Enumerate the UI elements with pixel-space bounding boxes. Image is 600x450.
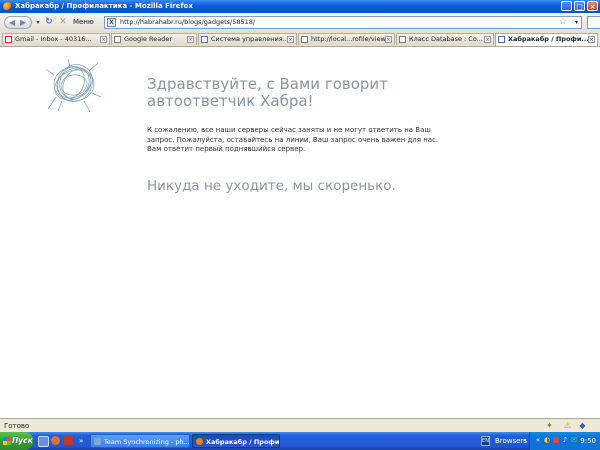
taskbar-button-label: Хабракабр / Профиль... [206,438,280,446]
status-bar: Готово ✦ ⚠ ◆ [0,418,600,433]
volume-icon[interactable]: ♪ [561,436,569,445]
url-input[interactable] [120,17,550,28]
address-bar[interactable]: Х ☆ ▾ [104,16,582,29]
status-text: Готово [4,422,30,430]
firefox-quicklaunch-icon[interactable] [51,436,60,445]
language-indicator[interactable]: EN [481,436,490,446]
reload-icon[interactable]: ↻ [43,16,55,29]
tab-control-system[interactable]: Система управления... × [198,33,297,45]
start-label: Пуск [12,436,33,445]
page-content: Здравствуйте, с Вами говорит автоответчи… [0,47,600,418]
maximize-button[interactable]: □ [574,1,585,11]
navigation-toolbar: ◀ ▶ ▾ ↻ ✕ Меню Х ☆ ▾ [0,13,600,33]
habr-icon [498,36,505,43]
tab-class-database[interactable]: Класс Database : Co... × [396,33,494,45]
window-title: Хабракабр / Профилактика - Mozilla Firef… [15,2,193,10]
greeting-heading: Здравствуйте, с Вами говорит автоответчи… [147,75,388,110]
tab-label: http://local...rofile/view [311,35,386,43]
close-tab-icon[interactable]: × [385,36,392,43]
back-arrow-icon[interactable]: ◀ [9,17,15,28]
habr-logo-icon [45,58,102,113]
firefox-icon [3,2,12,11]
tab-gmail[interactable]: Gmail - Inbox - 40316... × [2,33,110,45]
taskbar-button-firefox[interactable]: Хабракабр / Профиль... [192,434,280,448]
farewell-heading: Никуда не уходите, мы скоренько. [147,178,396,194]
close-tab-icon[interactable]: × [100,36,107,43]
stop-icon[interactable]: ✕ [57,16,69,29]
extension-icon[interactable]: ✦ [544,421,555,431]
close-window-button[interactable]: × [587,1,598,11]
taskbar-button-label: Team Synchronizing - ph... [104,438,190,446]
url-dropdown-icon[interactable]: ▾ [575,17,578,28]
page-icon [399,36,406,43]
gmail-icon [5,36,12,43]
tab-label: Класс Database : Co... [409,35,483,43]
tab-google-reader[interactable]: Google Reader × [111,33,197,45]
toolbar-expand-icon[interactable]: » [523,432,527,450]
firefox-icon [196,438,203,445]
forward-arrow-icon[interactable]: ▶ [20,17,26,28]
site-favicon-icon: Х [107,18,116,27]
close-tab-icon[interactable]: × [588,36,595,43]
tray-expand-icon[interactable]: « [534,436,542,445]
close-tab-icon[interactable]: × [287,36,294,43]
page-icon [201,36,208,43]
search-box[interactable] [587,16,600,29]
message-text: К сожалению, все наши серверы сейчас зан… [147,126,439,153]
addon-icon[interactable]: ◆ [577,421,588,431]
windows-flag-icon [3,437,11,445]
clock: 9:50 [580,437,596,445]
history-dropdown-icon[interactable]: ▾ [34,16,42,29]
page-icon [114,36,121,43]
close-tab-icon[interactable]: × [484,36,491,43]
minimize-button[interactable]: _ [561,1,572,11]
tab-label: Google Reader [124,35,172,43]
tab-label: Хабракабр / Профи... [508,35,589,43]
tab-habrahabr[interactable]: Хабракабр / Профи... × [495,33,598,46]
close-tab-icon[interactable]: × [187,36,194,43]
quicklaunch-expand-icon[interactable]: » [79,432,83,450]
antivirus-icon[interactable]: ■ [552,436,560,445]
windows-taskbar: Пуск » Team Synchronizing - ph... Хабрак… [0,432,600,450]
eclipse-icon [94,438,101,445]
messenger-icon[interactable]: ✉ [570,436,578,445]
warning-icon[interactable]: ⚠ [562,421,573,431]
back-forward-buttons[interactable]: ◀ ▶ [4,16,32,29]
tab-local-profile[interactable]: http://local...rofile/view × [298,33,395,45]
app-quicklaunch-icon[interactable] [64,436,73,445]
tab-label: Система управления... [211,35,289,43]
menu-button[interactable]: Меню [73,16,94,29]
system-tray: « ◐ ■ ♪ ✉ 9:50 [529,432,600,450]
tab-label: Gmail - Inbox - 40316... [15,35,92,43]
window-title-bar[interactable]: Хабракабр / Профилактика - Mozilla Firef… [0,0,600,13]
bookmark-star-icon[interactable]: ☆ [559,17,567,28]
network-icon[interactable]: ◐ [543,436,551,445]
page-icon [301,36,308,43]
start-button[interactable]: Пуск [0,432,33,450]
tab-strip: Gmail - Inbox - 40316... × Google Reader… [0,32,600,47]
taskbar-button-team-sync[interactable]: Team Synchronizing - ph... [90,434,190,448]
desktop-quicklaunch-icon[interactable] [38,436,49,447]
